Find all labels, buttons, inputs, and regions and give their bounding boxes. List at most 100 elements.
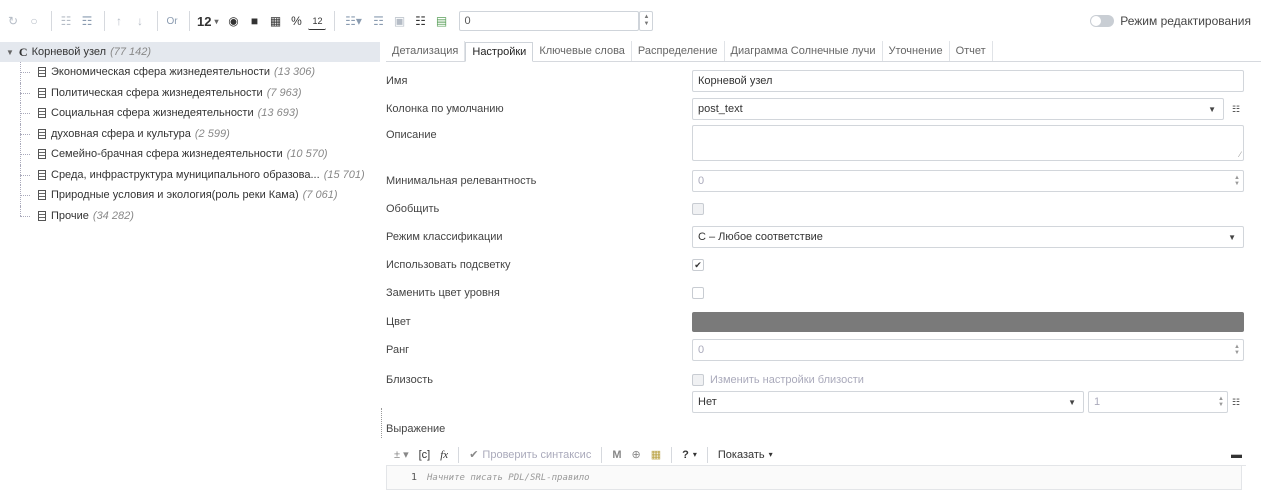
generalize-checkbox (692, 203, 704, 215)
level-selector[interactable]: 12 ▾ (197, 14, 218, 29)
chevron-down-icon: ▼ (1208, 104, 1216, 114)
tree-add-dropdown-icon[interactable]: ☷▾ (340, 12, 366, 30)
tab-keywords[interactable]: Ключевые слова (533, 41, 632, 61)
percent-button[interactable]: % (287, 12, 305, 30)
proximity-number-input: 1 ▲ ▼ (1088, 391, 1228, 413)
function-icon[interactable]: fx (440, 449, 448, 461)
category-tree: ▼ C Корневой узел (77 142) Экономическая… (0, 42, 380, 490)
number-stepper[interactable]: ▲ ▼ (639, 11, 654, 31)
folder-icon[interactable]: ▣ (390, 12, 408, 30)
brackets-icon[interactable]: [c] (419, 449, 431, 461)
tree-node-count: (7 963) (266, 86, 302, 99)
main-toolbar: ↻ ○ ☷ ☶ ↑ ↓ Or 12 ▾ ◉ ■ ▦ % 12 ☷▾ ☶ ▣ ☷ … (0, 0, 1261, 42)
document-icon (38, 87, 46, 98)
toolbar-separator (51, 11, 52, 31)
splitter-grip[interactable] (381, 408, 383, 438)
tree-node-label: Прочие (51, 209, 89, 222)
chevron-down-icon[interactable]: ▼ (6, 48, 14, 57)
plus-minus-dropdown[interactable]: ± ▾ (394, 448, 409, 461)
tree-node[interactable]: Социальная сфера жизнедеятельности (13 6… (0, 103, 380, 124)
show-dropdown[interactable]: Показать ▾ (718, 449, 773, 461)
tree-node[interactable]: Экономическая сфера жизнедеятельности (1… (0, 62, 380, 83)
edit-mode-label: Режим редактирования (1120, 14, 1251, 28)
replace-level-color-checkbox[interactable] (692, 287, 704, 299)
tab-settings[interactable]: Настройки (465, 42, 534, 62)
check-syntax-button[interactable]: ✔ Проверить синтаксис (469, 448, 592, 462)
chevron-down-icon: ▾ (768, 450, 773, 459)
editor-placeholder: Начните писать PDL/SRL-правило (427, 472, 590, 483)
tree-node[interactable]: духовная сфера и культура (2 599) (0, 123, 380, 145)
toolbar-separator (334, 11, 336, 31)
tab-sunburst[interactable]: Диаграмма Солнечные лучи (725, 41, 883, 61)
tab-report[interactable]: Отчет (950, 41, 993, 61)
tree-node[interactable]: Среда, инфраструктура муниципального обр… (0, 164, 380, 186)
tree-root-node[interactable]: ▼ C Корневой узел (77 142) (0, 42, 380, 62)
column-picker-icon[interactable]: ☷ (1226, 98, 1246, 120)
proximity-select[interactable]: Нет ▼ (692, 391, 1084, 413)
tab-distribution[interactable]: Распределение (632, 41, 725, 61)
m-button[interactable]: M (612, 449, 621, 461)
zoom-icon[interactable]: ⊕ (632, 448, 641, 461)
use-highlight-checkbox[interactable]: ✔ (692, 259, 704, 271)
table-icon[interactable]: ▦ (651, 448, 661, 461)
document-icon (38, 210, 46, 221)
hierarchy-icon[interactable]: ☷ (411, 12, 429, 30)
classification-mode-select[interactable]: C – Любое соответствие ▼ (692, 226, 1244, 248)
tree-node[interactable]: Политическая сфера жизнедеятельности (7 … (0, 82, 380, 104)
tree-node[interactable]: Природные условия и экология(роль реки К… (0, 185, 380, 206)
min-relevance-value: 0 (698, 175, 705, 187)
replace-level-color-label: Заменить цвет уровня (386, 287, 500, 299)
rank-row: Ранг 0 ▲ ▼ (386, 338, 1246, 362)
arrow-down-icon[interactable]: ↓ (131, 12, 149, 30)
generalize-label: Обобщить (386, 203, 440, 215)
maximize-icon[interactable]: ▬ (1231, 449, 1242, 461)
help-dropdown[interactable]: ? ▾ (682, 449, 697, 461)
tree-node-label: Политическая сфера жизнедеятельности (51, 86, 263, 99)
check-syntax-label: Проверить синтаксис (482, 448, 592, 461)
export-icon[interactable]: ▤ (432, 12, 450, 30)
reset-icon[interactable]: ○ (25, 12, 43, 30)
tree-node[interactable]: Прочие (34 282) (0, 205, 380, 227)
default-column-select[interactable]: post_text ▼ (692, 98, 1224, 120)
tree-collapse-icon[interactable]: ☷ (57, 12, 75, 30)
default-column-value: post_text (698, 103, 743, 115)
report-icon[interactable]: ▦ (266, 12, 284, 30)
number-input[interactable]: 0 (459, 11, 640, 31)
proximity-row: Близость Изменить настройки близости (386, 368, 1246, 392)
sort-numeric-button[interactable]: 12 (308, 12, 327, 30)
expression-editor[interactable]: 1 Начните писать PDL/SRL-правило (386, 466, 1242, 490)
tree-expand-icon[interactable]: ☶ (78, 12, 96, 30)
panel-splitter[interactable] (380, 42, 384, 490)
tree-node[interactable]: Семейно-брачная сфера жизнедеятельности … (0, 144, 380, 165)
level-value: 12 (197, 13, 212, 29)
chevron-down-icon: ▾ (692, 450, 697, 459)
color-swatch[interactable] (692, 312, 1244, 332)
use-highlight-row: Использовать подсветку ✔ (386, 253, 1246, 277)
resize-handle-icon[interactable]: ∕ (1240, 150, 1241, 159)
tab-refinement[interactable]: Уточнение (883, 41, 950, 61)
name-field[interactable]: Корневой узел (692, 70, 1244, 92)
editor-separator (601, 446, 603, 463)
edit-mode-switch[interactable] (1090, 15, 1115, 27)
classification-mode-label: Режим классификации (386, 231, 503, 243)
arrow-up-icon[interactable]: ↑ (110, 12, 128, 30)
min-relevance-input: 0 ▲ ▼ (692, 170, 1244, 192)
edit-mode-toggle[interactable]: Режим редактирования (1090, 14, 1251, 28)
expression-label: Выражение (386, 423, 446, 435)
chevron-down-icon: ▼ (1068, 397, 1076, 407)
tab-details[interactable]: Детализация (386, 41, 466, 61)
tree-node-count: (10 570) (286, 148, 328, 161)
description-label: Описание (386, 129, 437, 141)
proximity-picker-icon[interactable]: ☷ (1226, 391, 1246, 413)
refresh-icon[interactable]: ↻ (4, 12, 22, 30)
description-textarea[interactable]: ∕ (692, 125, 1244, 161)
tree-branch-icon[interactable]: ☶ (369, 12, 387, 30)
toolbar-separator (157, 11, 158, 31)
lock-icon[interactable]: ■ (245, 12, 263, 30)
or-operator-button[interactable]: Or (163, 12, 181, 30)
editor-separator (671, 446, 673, 463)
default-column-label: Колонка по умолчанию (386, 103, 504, 115)
root-label: Корневой узел (31, 46, 107, 58)
eye-icon[interactable]: ◉ (224, 12, 242, 30)
classification-mode-row: Режим классификации C – Любое соответств… (386, 225, 1246, 249)
